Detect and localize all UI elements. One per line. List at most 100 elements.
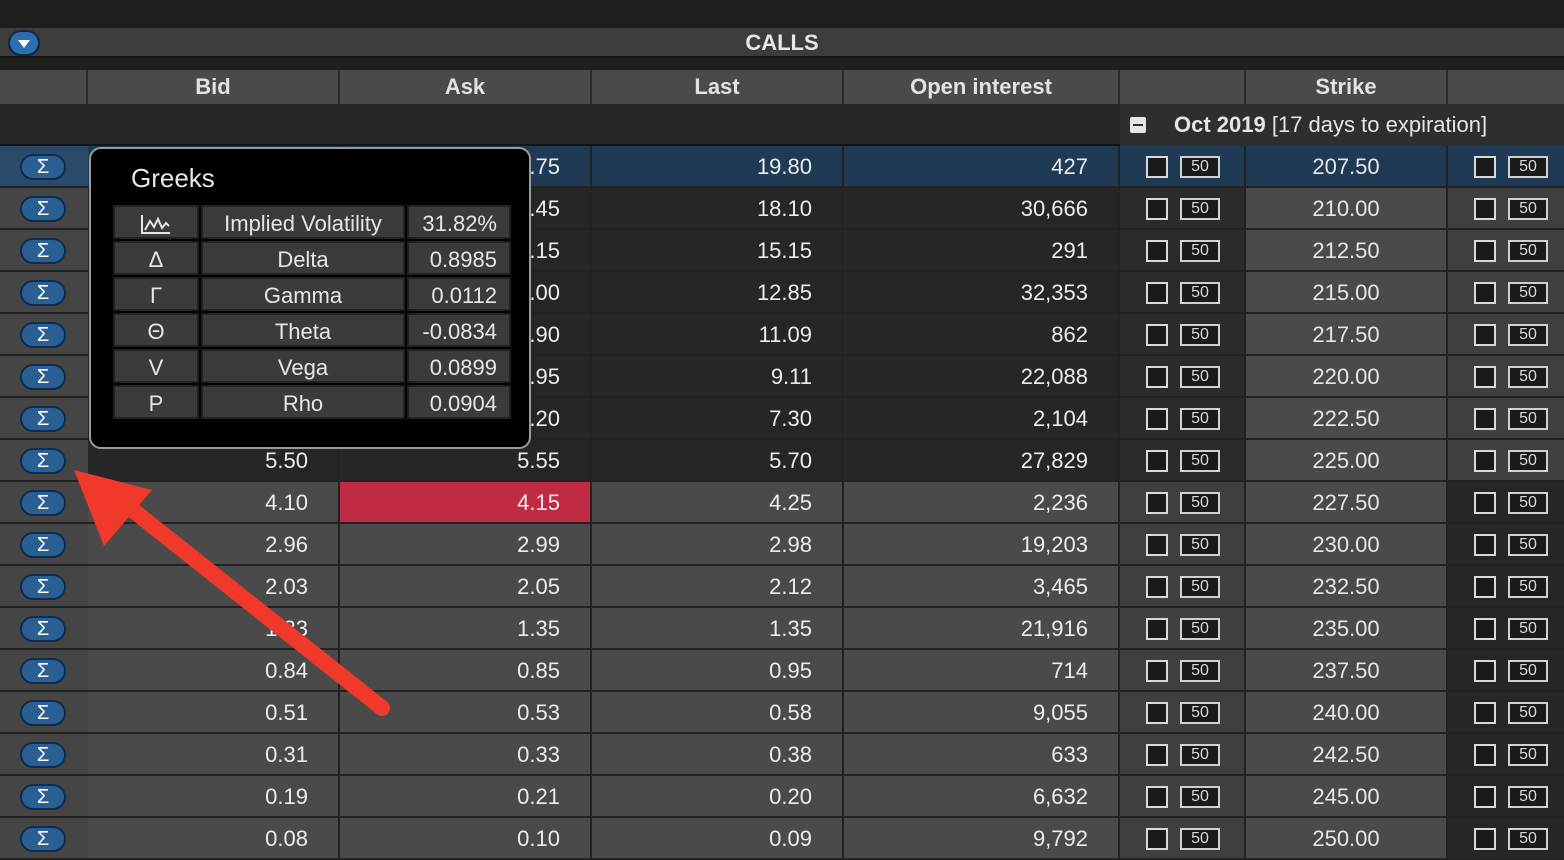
- quantity-input-puts[interactable]: 50: [1508, 744, 1548, 766]
- row-checkbox-puts[interactable]: [1474, 366, 1496, 388]
- row-checkbox[interactable]: [1146, 660, 1168, 682]
- bid-cell[interactable]: 2.03: [88, 566, 340, 608]
- greeks-sigma-button[interactable]: Σ: [20, 826, 66, 852]
- quantity-input-puts[interactable]: 50: [1508, 828, 1548, 850]
- greeks-sigma-button[interactable]: Σ: [20, 616, 66, 642]
- last-cell[interactable]: 2.98: [592, 524, 844, 566]
- bid-cell[interactable]: 0.19: [88, 776, 340, 818]
- strike-cell[interactable]: 232.50: [1246, 566, 1448, 608]
- quantity-input[interactable]: 50: [1180, 324, 1220, 346]
- strike-cell[interactable]: 210.00: [1246, 188, 1448, 230]
- last-cell[interactable]: 19.80: [592, 146, 844, 188]
- greeks-sigma-button[interactable]: Σ: [20, 490, 66, 516]
- row-checkbox-puts[interactable]: [1474, 618, 1496, 640]
- quantity-input[interactable]: 50: [1180, 534, 1220, 556]
- ask-cell[interactable]: 2.05: [340, 566, 592, 608]
- last-cell[interactable]: 2.12: [592, 566, 844, 608]
- strike-cell[interactable]: 220.00: [1246, 356, 1448, 398]
- ask-cell[interactable]: 0.53: [340, 692, 592, 734]
- ask-cell[interactable]: 2.99: [340, 524, 592, 566]
- ask-cell[interactable]: 4.15: [340, 482, 592, 524]
- greeks-sigma-button[interactable]: Σ: [20, 280, 66, 306]
- bid-cell[interactable]: 0.84: [88, 650, 340, 692]
- row-checkbox[interactable]: [1146, 324, 1168, 346]
- strike-cell[interactable]: 225.00: [1246, 440, 1448, 482]
- expiration-group[interactable]: Oct 2019 [17 days to expiration]: [1120, 104, 1564, 146]
- row-checkbox-puts[interactable]: [1474, 408, 1496, 430]
- quantity-input-puts[interactable]: 50: [1508, 366, 1548, 388]
- open-interest-cell[interactable]: 2,236: [844, 482, 1120, 524]
- open-interest-cell[interactable]: 19,203: [844, 524, 1120, 566]
- row-checkbox[interactable]: [1146, 240, 1168, 262]
- quantity-input-puts[interactable]: 50: [1508, 324, 1548, 346]
- table-row[interactable]: Σ 1.33 1.35 1.35 21,916 50 235.00 50: [0, 608, 1564, 650]
- open-interest-cell[interactable]: 291: [844, 230, 1120, 272]
- last-cell[interactable]: 1.35: [592, 608, 844, 650]
- strike-cell[interactable]: 240.00: [1246, 692, 1448, 734]
- table-row[interactable]: Σ 0.84 0.85 0.95 714 50 237.50 50: [0, 650, 1564, 692]
- last-cell[interactable]: 18.10: [592, 188, 844, 230]
- open-interest-cell[interactable]: 27,829: [844, 440, 1120, 482]
- table-row[interactable]: Σ 4.10 4.15 4.25 2,236 50 227.50 50: [0, 482, 1564, 524]
- quantity-input-puts[interactable]: 50: [1508, 450, 1548, 472]
- table-row[interactable]: Σ 0.08 0.10 0.09 9,792 50 250.00 50: [0, 818, 1564, 860]
- header-ask[interactable]: Ask: [340, 70, 592, 104]
- header-strike[interactable]: Strike: [1246, 70, 1448, 104]
- greeks-sigma-button[interactable]: Σ: [20, 238, 66, 264]
- table-row[interactable]: Σ 2.96 2.99 2.98 19,203 50 230.00 50: [0, 524, 1564, 566]
- last-cell[interactable]: 0.09: [592, 818, 844, 860]
- quantity-input-puts[interactable]: 50: [1508, 408, 1548, 430]
- greeks-sigma-button[interactable]: Σ: [20, 364, 66, 390]
- row-checkbox-puts[interactable]: [1474, 744, 1496, 766]
- header-last[interactable]: Last: [592, 70, 844, 104]
- quantity-input-puts[interactable]: 50: [1508, 156, 1548, 178]
- row-checkbox-puts[interactable]: [1474, 492, 1496, 514]
- strike-cell[interactable]: 237.50: [1246, 650, 1448, 692]
- quantity-input[interactable]: 50: [1180, 240, 1220, 262]
- quantity-input-puts[interactable]: 50: [1508, 534, 1548, 556]
- quantity-input-puts[interactable]: 50: [1508, 702, 1548, 724]
- last-cell[interactable]: 0.58: [592, 692, 844, 734]
- open-interest-cell[interactable]: 9,055: [844, 692, 1120, 734]
- greeks-sigma-button[interactable]: Σ: [20, 532, 66, 558]
- quantity-input-puts[interactable]: 50: [1508, 198, 1548, 220]
- last-cell[interactable]: 4.25: [592, 482, 844, 524]
- row-checkbox[interactable]: [1146, 198, 1168, 220]
- row-checkbox-puts[interactable]: [1474, 324, 1496, 346]
- strike-cell[interactable]: 222.50: [1246, 398, 1448, 440]
- strike-cell[interactable]: 245.00: [1246, 776, 1448, 818]
- bid-cell[interactable]: 2.96: [88, 524, 340, 566]
- greeks-sigma-button[interactable]: Σ: [20, 196, 66, 222]
- quantity-input[interactable]: 50: [1180, 660, 1220, 682]
- open-interest-cell[interactable]: 6,632: [844, 776, 1120, 818]
- last-cell[interactable]: 0.38: [592, 734, 844, 776]
- collapse-minus-icon[interactable]: [1130, 117, 1146, 133]
- last-cell[interactable]: 7.30: [592, 398, 844, 440]
- quantity-input[interactable]: 50: [1180, 576, 1220, 598]
- last-cell[interactable]: 0.20: [592, 776, 844, 818]
- strike-cell[interactable]: 215.00: [1246, 272, 1448, 314]
- open-interest-cell[interactable]: 2,104: [844, 398, 1120, 440]
- quantity-input[interactable]: 50: [1180, 492, 1220, 514]
- open-interest-cell[interactable]: 862: [844, 314, 1120, 356]
- row-checkbox-puts[interactable]: [1474, 240, 1496, 262]
- open-interest-cell[interactable]: 21,916: [844, 608, 1120, 650]
- row-checkbox[interactable]: [1146, 786, 1168, 808]
- ask-cell[interactable]: 0.10: [340, 818, 592, 860]
- row-checkbox[interactable]: [1146, 282, 1168, 304]
- quantity-input[interactable]: 50: [1180, 618, 1220, 640]
- quantity-input[interactable]: 50: [1180, 828, 1220, 850]
- strike-cell[interactable]: 242.50: [1246, 734, 1448, 776]
- row-checkbox[interactable]: [1146, 492, 1168, 514]
- row-checkbox-puts[interactable]: [1474, 828, 1496, 850]
- greeks-sigma-button[interactable]: Σ: [20, 448, 66, 474]
- last-cell[interactable]: 11.09: [592, 314, 844, 356]
- strike-cell[interactable]: 217.50: [1246, 314, 1448, 356]
- row-checkbox[interactable]: [1146, 366, 1168, 388]
- row-checkbox-puts[interactable]: [1474, 576, 1496, 598]
- collapse-calls-button[interactable]: [8, 30, 40, 56]
- last-cell[interactable]: 0.95: [592, 650, 844, 692]
- open-interest-cell[interactable]: 3,465: [844, 566, 1120, 608]
- row-checkbox[interactable]: [1146, 408, 1168, 430]
- quantity-input-puts[interactable]: 50: [1508, 618, 1548, 640]
